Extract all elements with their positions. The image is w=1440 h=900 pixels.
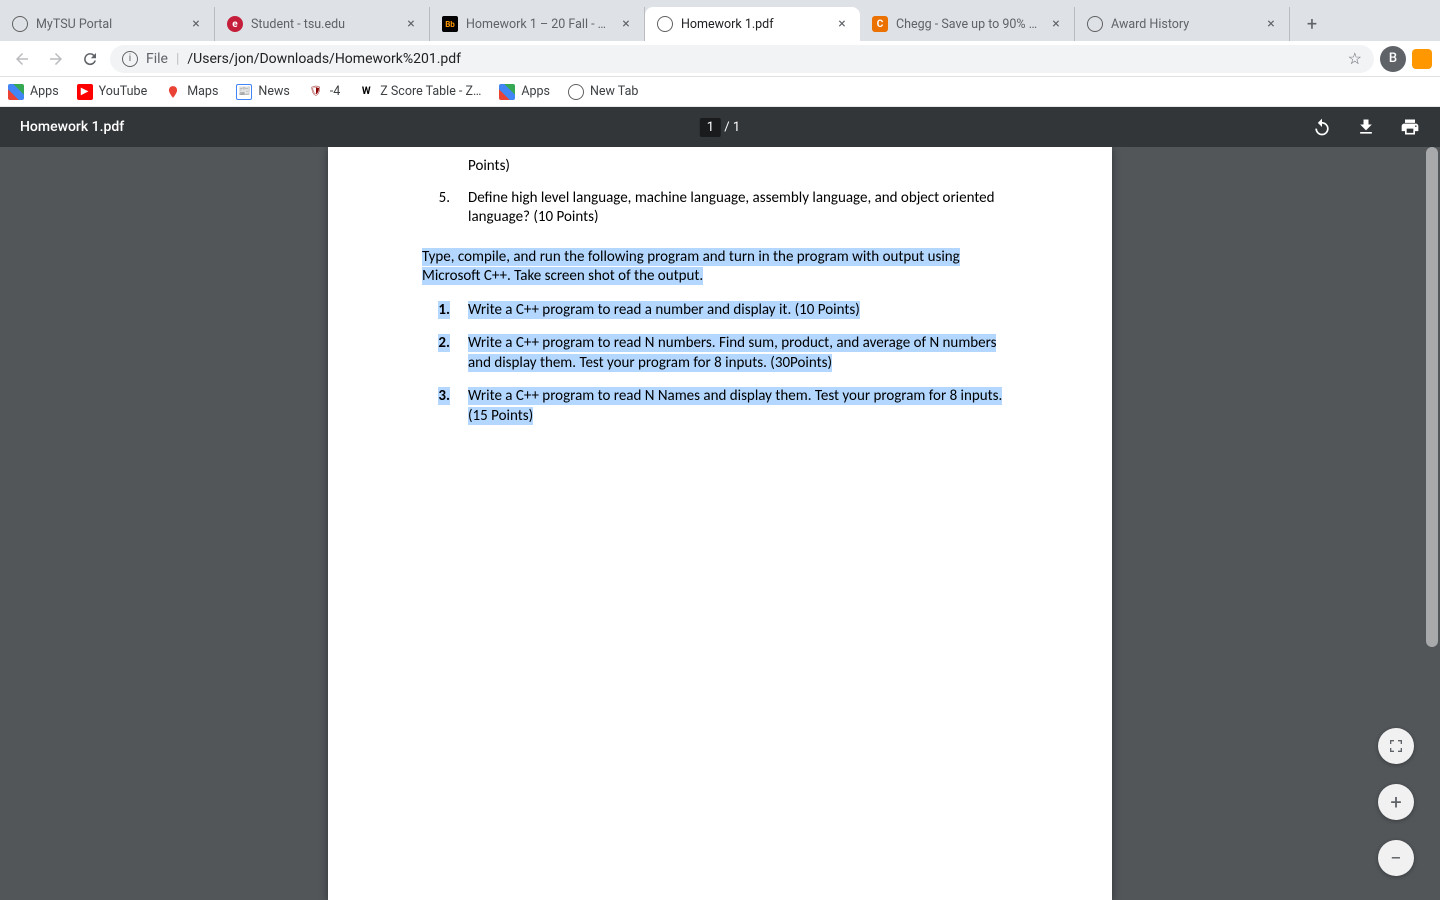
tab-student[interactable]: e Student - tsu.edu × — [215, 7, 430, 41]
e-icon: e — [227, 16, 243, 32]
globe-icon — [657, 16, 673, 32]
bookmark-label: YouTube — [99, 84, 148, 99]
bookmark-label: Apps — [521, 84, 550, 99]
bookmark-apps-2[interactable]: Apps — [499, 84, 550, 100]
youtube-icon: ▶ — [77, 84, 93, 100]
tab-label: Homework 1.pdf — [681, 17, 828, 32]
scheme-label: File — [146, 51, 168, 67]
bookmark-maps[interactable]: Maps — [165, 84, 218, 100]
apps-icon — [499, 84, 515, 100]
pdf-toolbar: Homework 1.pdf 1 / 1 — [0, 107, 1440, 147]
shield-icon: 🛡 — [308, 84, 324, 100]
chegg-icon: C — [872, 16, 888, 32]
tab-label: Award History — [1111, 17, 1257, 32]
bookmark-label: Maps — [187, 84, 218, 99]
back-button[interactable] — [8, 45, 36, 73]
bookmark-youtube[interactable]: ▶ YouTube — [77, 84, 148, 100]
tab-label: Chegg - Save up to 90% on — [896, 17, 1042, 32]
forward-button[interactable] — [42, 45, 70, 73]
fit-to-page-button[interactable] — [1378, 728, 1414, 764]
tab-blackboard[interactable]: Bb Homework 1 – 20 Fall - Open × — [430, 7, 645, 41]
close-icon[interactable]: × — [403, 16, 419, 32]
reload-button[interactable] — [76, 45, 104, 73]
bookmark-label: Apps — [30, 84, 59, 99]
browser-toolbar: i File | /Users/jon/Downloads/Homework%2… — [0, 41, 1440, 77]
close-icon[interactable]: × — [618, 16, 634, 32]
tab-label: Homework 1 – 20 Fall - Open — [466, 17, 612, 32]
bookmark-label: -4 — [330, 84, 340, 99]
highlighted-text: Type, compile, and run the following pro… — [422, 248, 960, 286]
bb-icon: Bb — [442, 16, 458, 32]
list-number: 1. — [422, 301, 450, 321]
program-3: Write a C++ program to read N Names and … — [468, 387, 1018, 426]
tab-label: Student - tsu.edu — [251, 17, 397, 32]
pdf-viewport[interactable]: Points) 5. Define high level language, m… — [0, 147, 1440, 900]
close-icon[interactable]: × — [1048, 16, 1064, 32]
download-button[interactable] — [1356, 117, 1376, 137]
list-number: 5. — [422, 189, 450, 228]
globe-icon — [1087, 16, 1103, 32]
globe-icon — [568, 84, 584, 100]
print-button[interactable] — [1400, 117, 1420, 137]
zoom-in-button[interactable]: + — [1378, 784, 1414, 820]
pdf-title: Homework 1.pdf — [20, 119, 124, 135]
pdf-page: Points) 5. Define high level language, m… — [328, 147, 1112, 900]
page-indicator: 1 / 1 — [700, 120, 740, 135]
new-tab-button[interactable]: + — [1298, 11, 1326, 39]
program-1: Write a C++ program to read a number and… — [468, 301, 1018, 321]
scrollbar[interactable] — [1426, 147, 1438, 900]
tab-label: MyTSU Portal — [36, 17, 182, 32]
bookmark-newtab[interactable]: New Tab — [568, 84, 638, 100]
tab-homework-pdf[interactable]: Homework 1.pdf × — [645, 7, 860, 41]
bookmark-star-icon[interactable]: ☆ — [1348, 49, 1362, 68]
list-number: 2. — [422, 334, 450, 373]
bookmark-apps[interactable]: Apps — [8, 84, 59, 100]
info-icon[interactable]: i — [122, 51, 138, 67]
tab-chegg[interactable]: C Chegg - Save up to 90% on × — [860, 7, 1075, 41]
text-fragment: Points) — [468, 157, 1018, 177]
rotate-button[interactable] — [1312, 117, 1332, 137]
scrollbar-thumb[interactable] — [1426, 147, 1438, 647]
page-total: 1 — [733, 120, 740, 135]
zoom-out-button[interactable]: − — [1378, 840, 1414, 876]
profile-avatar[interactable]: B — [1380, 46, 1406, 72]
extension-icon[interactable] — [1412, 49, 1432, 69]
program-2: Write a C++ program to read N numbers. F… — [468, 334, 1018, 373]
maps-icon — [165, 84, 181, 100]
bookmarks-bar: Apps ▶ YouTube Maps 📰 News 🛡 -4 W Z Score Ta… — [0, 77, 1440, 107]
zoom-controls: + − — [1378, 728, 1414, 876]
tab-mytsu[interactable]: MyTSU Portal × — [0, 7, 215, 41]
list-number: 3. — [422, 387, 450, 426]
tab-strip: MyTSU Portal × e Student - tsu.edu × Bb … — [0, 0, 1440, 41]
bookmark-news[interactable]: 📰 News — [236, 84, 289, 100]
apps-icon — [8, 84, 24, 100]
globe-icon — [12, 16, 28, 32]
bookmark-label: Z Score Table - Z… — [380, 84, 481, 99]
separator: | — [176, 51, 179, 67]
address-bar[interactable]: i File | /Users/jon/Downloads/Homework%2… — [110, 45, 1374, 73]
w-icon: W — [358, 84, 374, 100]
tab-award-history[interactable]: Award History × — [1075, 7, 1290, 41]
bookmark-label: New Tab — [590, 84, 638, 99]
question-5: Define high level language, machine lang… — [468, 189, 1018, 228]
news-icon: 📰 — [236, 84, 252, 100]
bookmark-label: News — [258, 84, 289, 99]
close-icon[interactable]: × — [1263, 16, 1279, 32]
instructions: Type, compile, and run the following pro… — [422, 248, 1018, 287]
bookmark-shield[interactable]: 🛡 -4 — [308, 84, 340, 100]
url-path: /Users/jon/Downloads/Homework%201.pdf — [187, 51, 461, 67]
close-icon[interactable]: × — [188, 16, 204, 32]
close-icon[interactable]: × — [834, 16, 850, 32]
page-current[interactable]: 1 — [700, 118, 721, 137]
bookmark-zscore[interactable]: W Z Score Table - Z… — [358, 84, 481, 100]
